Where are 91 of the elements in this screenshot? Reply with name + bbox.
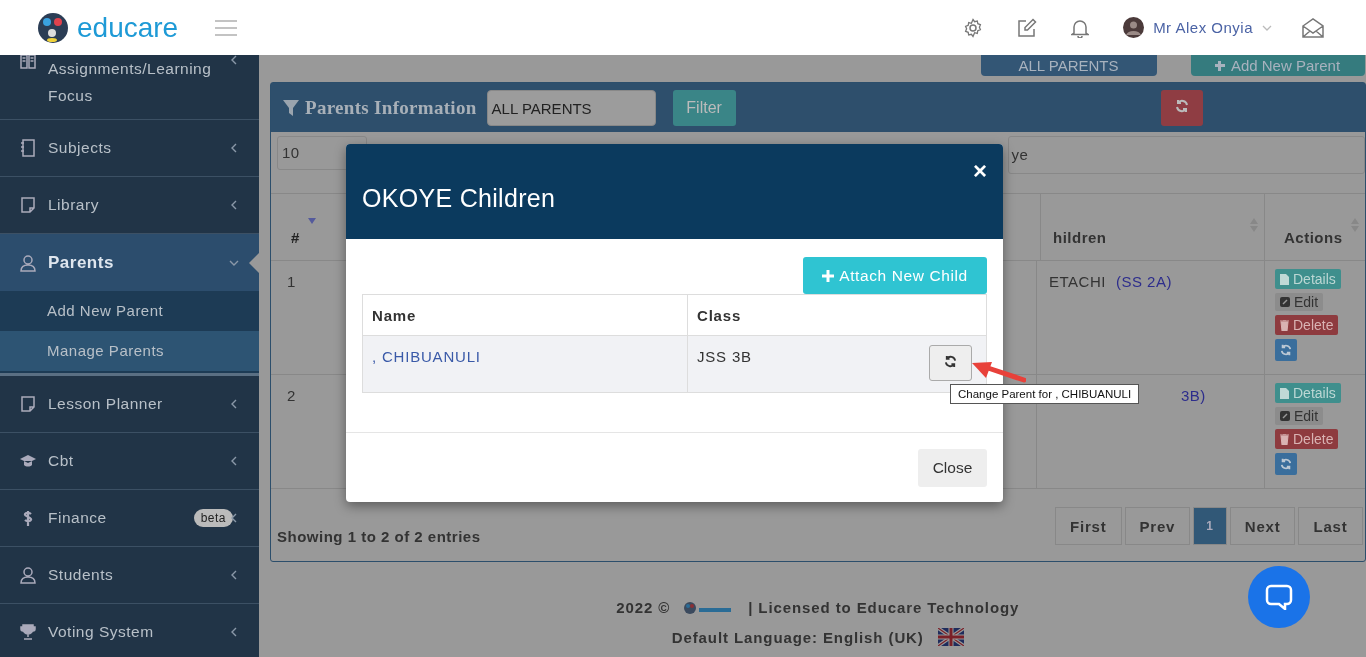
plus-icon bbox=[822, 269, 835, 282]
settings-icon[interactable] bbox=[963, 17, 984, 38]
chevron-left-icon bbox=[229, 513, 239, 523]
bell-icon[interactable] bbox=[1071, 17, 1090, 38]
filter-button[interactable]: Filter bbox=[672, 89, 736, 126]
child-class-link[interactable]: (SS 2A) bbox=[1115, 273, 1172, 290]
column-header[interactable]: Actions bbox=[1284, 229, 1343, 246]
sidebar-label: Library bbox=[48, 196, 100, 214]
sidebar-label: Voting System bbox=[48, 623, 155, 641]
details-button[interactable]: Details bbox=[1275, 383, 1341, 403]
trash-icon bbox=[1280, 433, 1289, 445]
entries-info: Showing 1 to 2 of 2 entries bbox=[277, 527, 481, 545]
column-header: Class bbox=[697, 307, 742, 324]
search-field[interactable]: ye bbox=[1007, 136, 1365, 174]
details-button[interactable]: Details bbox=[1275, 269, 1341, 289]
sidebar-item[interactable]: Finance beta bbox=[0, 490, 259, 547]
refresh-icon bbox=[1280, 458, 1292, 470]
user-icon bbox=[20, 253, 36, 272]
sidebar-label: Students bbox=[48, 566, 115, 584]
user-name[interactable]: Mr Alex Onyia bbox=[1153, 19, 1253, 36]
uk-flag-icon[interactable] bbox=[937, 628, 964, 646]
tooltip: Change Parent for , CHIBUANULI bbox=[950, 384, 1140, 404]
pagination-button[interactable]: Next bbox=[1229, 507, 1296, 545]
document-icon bbox=[1280, 387, 1289, 399]
edit-icon bbox=[1280, 411, 1290, 421]
pagination-button[interactable]: First bbox=[1055, 507, 1122, 545]
sidebar-label: Lesson Planner bbox=[48, 395, 164, 413]
column-header[interactable]: # bbox=[291, 229, 300, 246]
edit-icon bbox=[1280, 297, 1290, 307]
document-icon bbox=[1280, 273, 1289, 285]
chevron-left-icon bbox=[229, 200, 239, 210]
note-icon bbox=[20, 196, 36, 214]
pagination-button[interactable]: Prev bbox=[1124, 507, 1191, 545]
mail-icon[interactable] bbox=[1302, 17, 1324, 38]
edit-button[interactable]: Edit bbox=[1275, 293, 1324, 311]
all-parents-button[interactable]: ALL PARENTS bbox=[980, 55, 1157, 76]
brand-name: educare bbox=[77, 11, 179, 44]
user-icon bbox=[20, 566, 36, 584]
submenu-item[interactable]: Manage Parents bbox=[0, 331, 259, 371]
row-number: 1 bbox=[287, 273, 296, 290]
pagination-button[interactable]: Last bbox=[1298, 507, 1363, 545]
beta-badge: beta bbox=[193, 509, 233, 527]
sidebar-label: Finance bbox=[48, 509, 108, 527]
language-text[interactable]: Default Language: English (UK) bbox=[671, 628, 924, 646]
edit-icon[interactable] bbox=[1017, 17, 1038, 38]
delete-button[interactable]: Delete bbox=[1275, 429, 1339, 449]
sidebar-label: Subjects bbox=[48, 139, 113, 157]
chevron-left-icon bbox=[229, 627, 239, 637]
child-class-link[interactable]: 3B) bbox=[1181, 387, 1206, 404]
license-text: | Licensed to Educare Technology bbox=[748, 599, 1020, 616]
modal-title: OKOYE Children bbox=[362, 184, 556, 213]
arrow-icon bbox=[970, 360, 1026, 384]
edit-button[interactable]: Edit bbox=[1275, 407, 1324, 425]
column-header[interactable]: hildren bbox=[1053, 229, 1107, 246]
child-name: ETACHI bbox=[1049, 273, 1106, 290]
filter-icon bbox=[283, 99, 299, 116]
submenu-item[interactable]: Add New Parent bbox=[0, 291, 259, 331]
avatar-icon[interactable] bbox=[1123, 17, 1145, 38]
sort-descending-icon[interactable] bbox=[307, 218, 316, 224]
add-parent-button[interactable]: Add New Parent bbox=[1190, 55, 1365, 76]
sidebar-item[interactable]: Parents bbox=[0, 234, 259, 291]
child-name-link[interactable]: , CHIBUANULI bbox=[372, 348, 481, 365]
chevron-left-icon bbox=[229, 143, 239, 153]
sidebar-label: Parents bbox=[48, 252, 115, 273]
refresh-button[interactable] bbox=[929, 345, 972, 381]
trash-icon bbox=[1280, 319, 1289, 331]
sidebar-label: Cbt bbox=[48, 452, 75, 470]
chevron-left-icon bbox=[229, 570, 239, 580]
trophy-icon bbox=[20, 623, 36, 641]
pagination-button[interactable]: 1 bbox=[1193, 507, 1227, 545]
sidebar-label: Assignments/Learning Focus bbox=[48, 59, 213, 106]
notebook-icon bbox=[20, 139, 36, 157]
chevron-left-icon bbox=[229, 55, 239, 65]
logo-icon bbox=[37, 11, 69, 44]
note-icon bbox=[20, 395, 36, 413]
refresh-icon bbox=[944, 355, 957, 368]
panel-title: Parents Information bbox=[305, 96, 477, 119]
chat-icon bbox=[1265, 584, 1293, 610]
column-header: Name bbox=[372, 307, 417, 324]
class-text: JSS 3B bbox=[697, 348, 752, 365]
refresh-button[interactable] bbox=[1160, 89, 1203, 126]
chevron-left-icon bbox=[229, 399, 239, 409]
chevron-left-icon bbox=[229, 456, 239, 466]
book-icon bbox=[20, 55, 36, 70]
close-button[interactable]: Close bbox=[918, 449, 987, 487]
refresh-icon bbox=[1174, 99, 1189, 113]
refresh-icon bbox=[1280, 344, 1292, 356]
delete-button[interactable]: Delete bbox=[1275, 315, 1339, 335]
row-number: 2 bbox=[287, 387, 296, 404]
copyright-year: 2022 © bbox=[616, 599, 671, 616]
parent-filter-select[interactable]: ALL PARENTS bbox=[486, 89, 656, 126]
